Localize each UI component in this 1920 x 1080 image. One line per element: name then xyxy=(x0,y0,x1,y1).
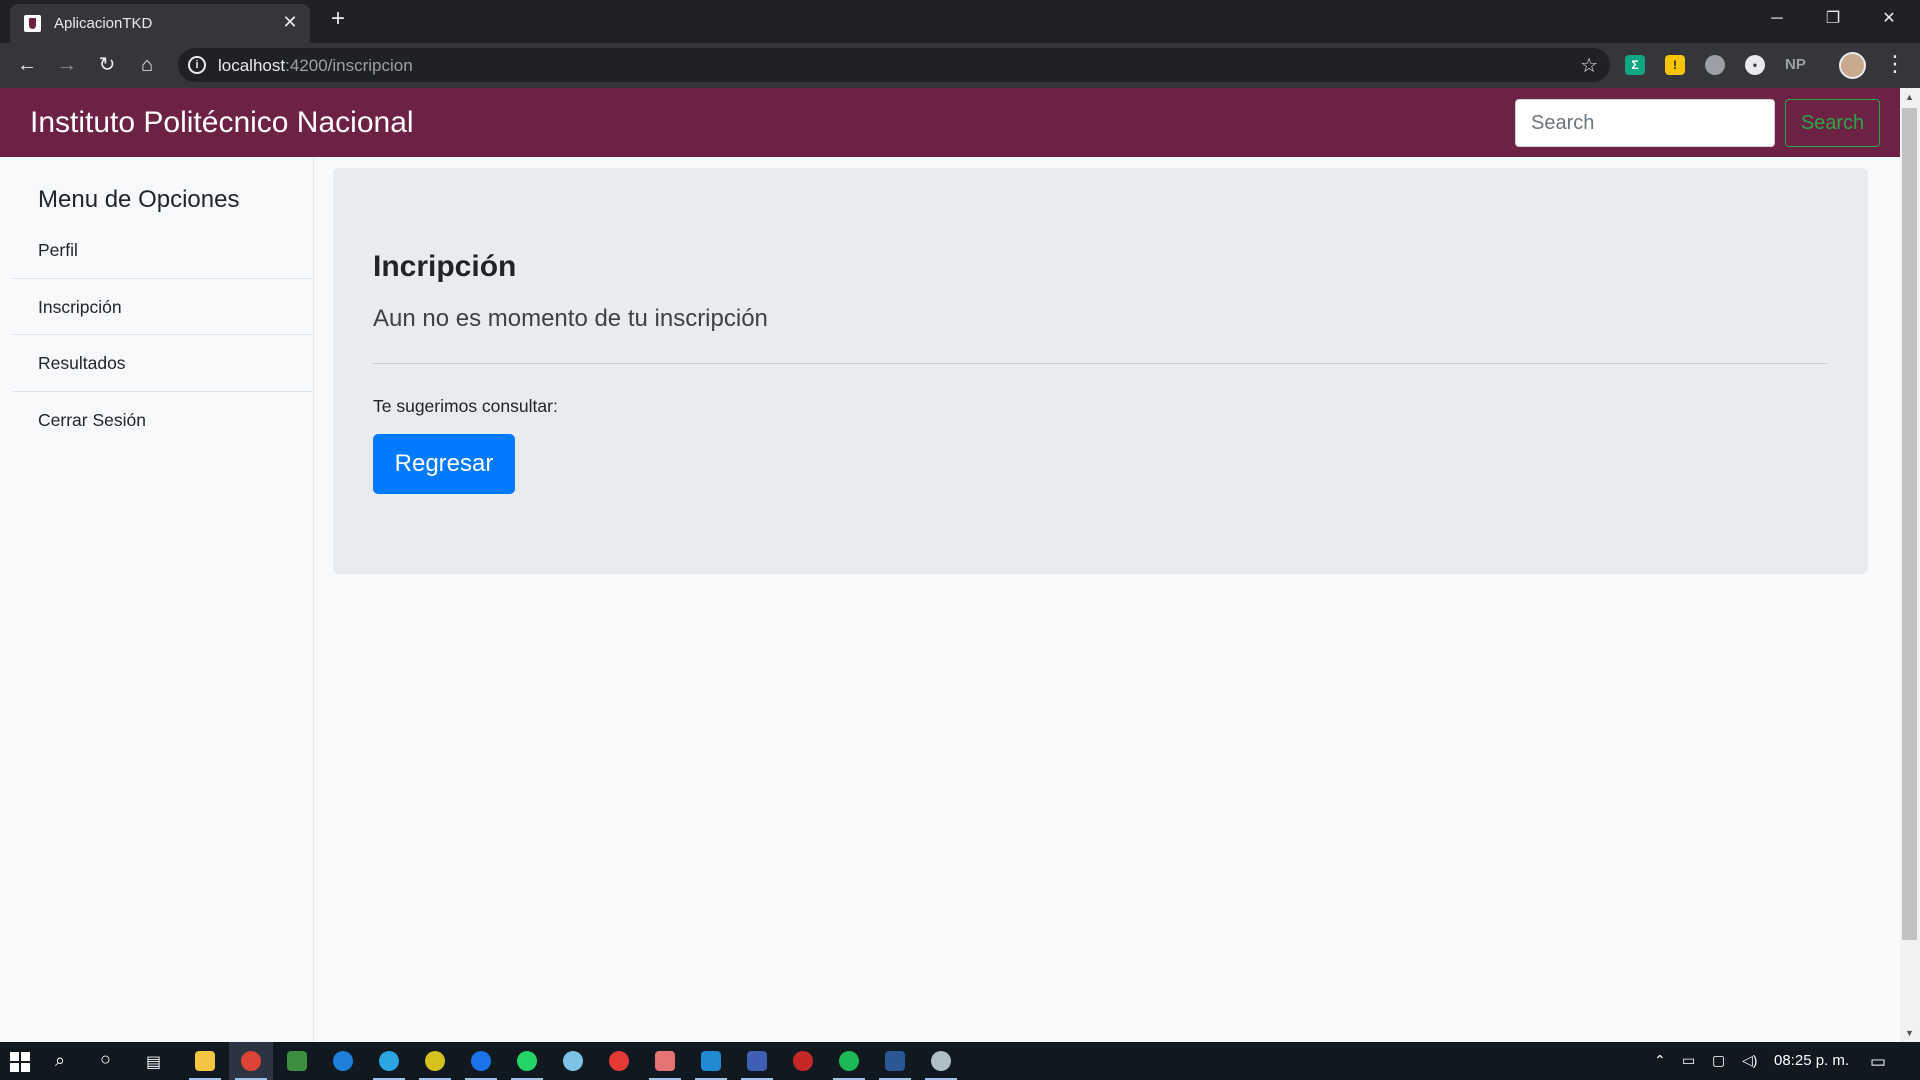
search-icon[interactable]: ⌕ xyxy=(55,1050,65,1071)
navbar-brand[interactable]: Instituto Politécnico Nacional xyxy=(30,106,414,140)
close-window-icon[interactable]: ✕ xyxy=(1866,0,1912,40)
reload-icon[interactable]: ↻ xyxy=(93,51,121,79)
regresar-button[interactable]: Regresar xyxy=(373,434,515,494)
chrome-icon[interactable] xyxy=(229,1042,273,1080)
search-button[interactable]: Search xyxy=(1785,99,1880,147)
tab-title: AplicacionTKD xyxy=(54,15,153,32)
sidebar-item-cerrar-sesion[interactable]: Cerrar Sesión xyxy=(13,392,313,449)
sidebar: Menu de Opciones Perfil Inscripción Resu… xyxy=(0,157,314,1042)
browser-tab[interactable]: AplicacionTKD ✕ xyxy=(10,4,310,43)
app-bird-icon[interactable] xyxy=(919,1042,963,1080)
restore-icon[interactable]: ❐ xyxy=(1810,0,1856,40)
sidebar-menu: Perfil Inscripción Resultados Cerrar Ses… xyxy=(13,222,313,448)
app-red-icon[interactable] xyxy=(597,1042,641,1080)
spotify-icon[interactable] xyxy=(827,1042,871,1080)
extension-chat-icon[interactable]: • xyxy=(1745,55,1765,75)
page-viewport: Instituto Politécnico Nacional Search Me… xyxy=(0,88,1900,1042)
windows-start-icon[interactable] xyxy=(10,1052,30,1072)
scroll-down-icon[interactable]: ▼ xyxy=(1905,1028,1914,1038)
minimize-icon[interactable]: ─ xyxy=(1754,0,1800,40)
browser-menu-icon[interactable]: ⋮ xyxy=(1884,51,1906,77)
new-tab-icon[interactable]: + xyxy=(326,7,350,32)
app-cloud-icon[interactable] xyxy=(643,1042,687,1080)
telegram-icon[interactable] xyxy=(367,1042,411,1080)
file-explorer-icon[interactable] xyxy=(183,1042,227,1080)
browser-toolbar: ← → ↻ ⌂ i localhost:4200/inscripcion ☆ Σ… xyxy=(0,43,1920,88)
address-bar[interactable]: i localhost:4200/inscripcion ☆ xyxy=(178,48,1610,82)
app-blue-icon[interactable] xyxy=(551,1042,595,1080)
page-title: Incripción xyxy=(373,250,517,283)
notifications-icon[interactable]: ▭ xyxy=(1870,1052,1886,1072)
profile-avatar[interactable] xyxy=(1839,52,1866,79)
jumbotron: Incripción Aun no es momento de tu inscr… xyxy=(333,168,1868,574)
battery-icon[interactable]: ▭ xyxy=(1682,1052,1695,1069)
top-navbar: Instituto Politécnico Nacional Search xyxy=(0,88,1900,157)
page-scrollbar[interactable]: ▲ ▼ xyxy=(1900,88,1920,1042)
tray-expand-icon[interactable]: ⌃ xyxy=(1654,1052,1666,1069)
sidebar-item-resultados[interactable]: Resultados xyxy=(13,335,313,392)
maps-icon[interactable] xyxy=(459,1042,503,1080)
whatsapp-icon[interactable] xyxy=(505,1042,549,1080)
store-icon[interactable] xyxy=(275,1042,319,1080)
scroll-up-icon[interactable]: ▲ xyxy=(1905,92,1914,102)
forward-icon[interactable]: → xyxy=(53,51,81,79)
volume-icon[interactable]: ◁) xyxy=(1742,1052,1757,1069)
extension-yellow-icon[interactable]: ! xyxy=(1665,55,1685,75)
extension-green-icon[interactable]: Σ xyxy=(1625,55,1645,75)
back-icon[interactable]: ← xyxy=(13,51,41,79)
scroll-thumb[interactable] xyxy=(1902,108,1917,940)
task-view-icon[interactable]: ▤ xyxy=(146,1052,161,1072)
divider xyxy=(373,363,1828,364)
app-yellow-icon[interactable] xyxy=(413,1042,457,1080)
search-input[interactable] xyxy=(1515,99,1775,147)
taskbar: ⌕ ○ ▤ ⌃ ▭ ▢ ◁) 08:25 p. m. ▭ xyxy=(0,1042,1920,1080)
sidebar-item-perfil[interactable]: Perfil xyxy=(13,222,313,279)
network-icon[interactable]: ▢ xyxy=(1712,1052,1725,1069)
clock[interactable]: 08:25 p. m. xyxy=(1774,1052,1849,1069)
edge-icon[interactable] xyxy=(321,1042,365,1080)
app-circle-icon[interactable] xyxy=(781,1042,825,1080)
suggestion-text: Te sugerimos consultar: xyxy=(373,396,558,416)
bookmark-star-icon[interactable]: ☆ xyxy=(1580,53,1598,78)
extension-np-icon[interactable]: NP xyxy=(1785,55,1806,75)
extension-circle-icon[interactable] xyxy=(1705,55,1725,75)
sidebar-heading: Menu de Opciones xyxy=(38,186,240,213)
shield-favicon-icon xyxy=(24,15,41,32)
url-text[interactable]: localhost:4200/inscripcion xyxy=(218,56,413,76)
lead-text: Aun no es momento de tu inscripción xyxy=(373,305,768,332)
cortana-icon[interactable]: ○ xyxy=(100,1049,111,1070)
vscode-icon[interactable] xyxy=(689,1042,733,1080)
browser-titlebar: AplicacionTKD ✕ + ─ ❐ ✕ xyxy=(0,0,1920,43)
close-tab-icon[interactable]: ✕ xyxy=(280,12,300,32)
word-icon[interactable] xyxy=(873,1042,917,1080)
sidebar-item-inscripcion[interactable]: Inscripción xyxy=(13,279,313,335)
home-icon[interactable]: ⌂ xyxy=(133,51,161,79)
site-info-icon[interactable]: i xyxy=(188,56,206,74)
app-code-icon[interactable] xyxy=(735,1042,779,1080)
